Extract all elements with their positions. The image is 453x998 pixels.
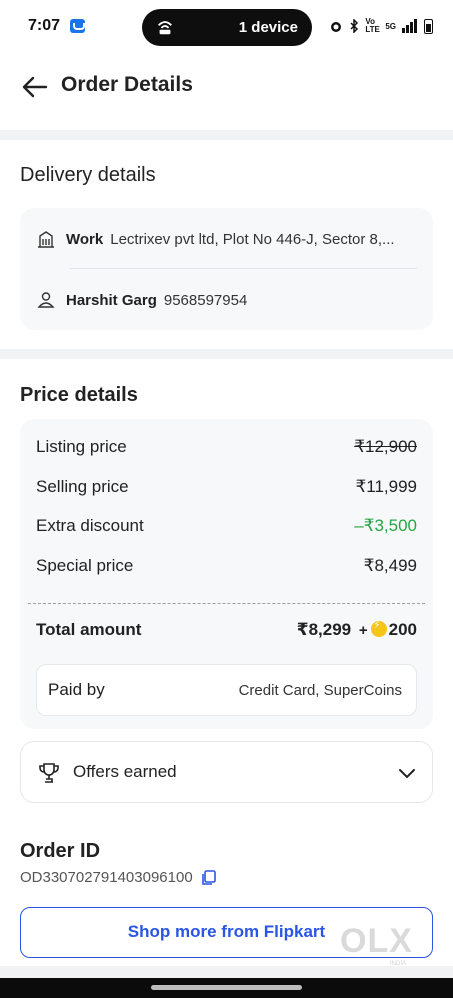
delivery-title: Delivery details [20, 164, 156, 186]
total-row: Total amount ₹8,299 +200 [36, 618, 417, 642]
app-header: Order Details [0, 54, 453, 130]
special-price-value: ₹8,499 [363, 556, 417, 575]
order-id-value: OD330702791403096100 [20, 869, 193, 886]
order-id-row: OD330702791403096100 [20, 869, 217, 886]
address-row[interactable]: Work Lectrixev pvt ltd, Plot No 446-J, S… [36, 227, 421, 251]
olx-watermark: OLX [340, 922, 413, 960]
section-divider [0, 349, 453, 359]
offers-earned-card[interactable]: Offers earned [20, 741, 433, 803]
address-text: Lectrixev pvt ltd, Plot No 446-J, Sector… [110, 230, 395, 248]
signal-icon [402, 19, 417, 33]
price-row: Selling price ₹11,999 [36, 475, 417, 499]
price-row-label: Extra discount [36, 516, 144, 535]
status-icons: Vo LTE 5G [329, 18, 433, 34]
bottom-band [0, 966, 453, 978]
total-coins: 200 [388, 620, 417, 639]
supercoin-icon [370, 620, 387, 637]
pill-text: 1 device [238, 19, 298, 36]
extra-discount-value: –₹3,500 [354, 516, 417, 535]
building-icon [38, 231, 54, 248]
chevron-down-icon [399, 769, 415, 779]
paid-by-value: Credit Card, SuperCoins [238, 682, 402, 699]
price-title: Price details [20, 384, 138, 406]
contact-name: Harshit Garg [66, 291, 157, 309]
person-icon [37, 292, 55, 308]
system-nav-bar [0, 978, 453, 998]
status-time: 7:07 [28, 17, 61, 34]
page-title: Order Details [61, 73, 193, 96]
listing-price-value: ₹12,900 [354, 437, 417, 456]
total-plus: + [358, 622, 368, 639]
total-label: Total amount [36, 620, 142, 639]
back-arrow-icon[interactable] [20, 72, 50, 102]
hotspot-icon [158, 21, 172, 35]
delivery-card: Work Lectrixev pvt ltd, Plot No 446-J, S… [20, 208, 433, 330]
volte-label: Vo LTE [365, 17, 380, 34]
device-pill[interactable]: 1 device [142, 9, 312, 46]
price-row-label: Special price [36, 556, 134, 575]
paid-by-box: Paid by Credit Card, SuperCoins [36, 664, 417, 716]
trophy-icon [39, 763, 59, 783]
price-row: Listing price ₹12,900 [36, 435, 417, 459]
total-value: ₹8,299 [296, 620, 352, 639]
price-row: Extra discount –₹3,500 [36, 514, 417, 538]
card-divider [70, 268, 417, 269]
gesture-handle[interactable] [151, 985, 302, 990]
copy-icon[interactable] [201, 869, 217, 886]
price-row-label: Listing price [36, 437, 127, 456]
status-bar: 7:07 1 device Vo LTE 5G [0, 0, 453, 54]
app-notification-icon [70, 19, 85, 33]
paid-by-label: Paid by [48, 680, 105, 699]
bluetooth-icon [350, 19, 359, 33]
selling-price-value: ₹11,999 [355, 477, 417, 496]
dashed-divider [28, 603, 425, 604]
battery-icon [424, 18, 433, 34]
address-label: Work [66, 230, 104, 248]
price-row-label: Selling price [36, 477, 129, 496]
offers-label: Offers earned [73, 762, 177, 781]
alarm-icon [331, 22, 342, 32]
contact-phone: 9568597954 [163, 291, 248, 309]
price-card: Listing price ₹12,900 Selling price ₹11,… [20, 419, 433, 729]
contact-row[interactable]: Harshit Garg 9568597954 [36, 288, 421, 312]
network-label: 5G [385, 21, 396, 31]
order-id-title: Order ID [20, 840, 101, 862]
section-divider [0, 130, 453, 140]
price-row: Special price ₹8,499 [36, 554, 417, 578]
total-value-group: ₹8,299 +200 [297, 620, 417, 640]
